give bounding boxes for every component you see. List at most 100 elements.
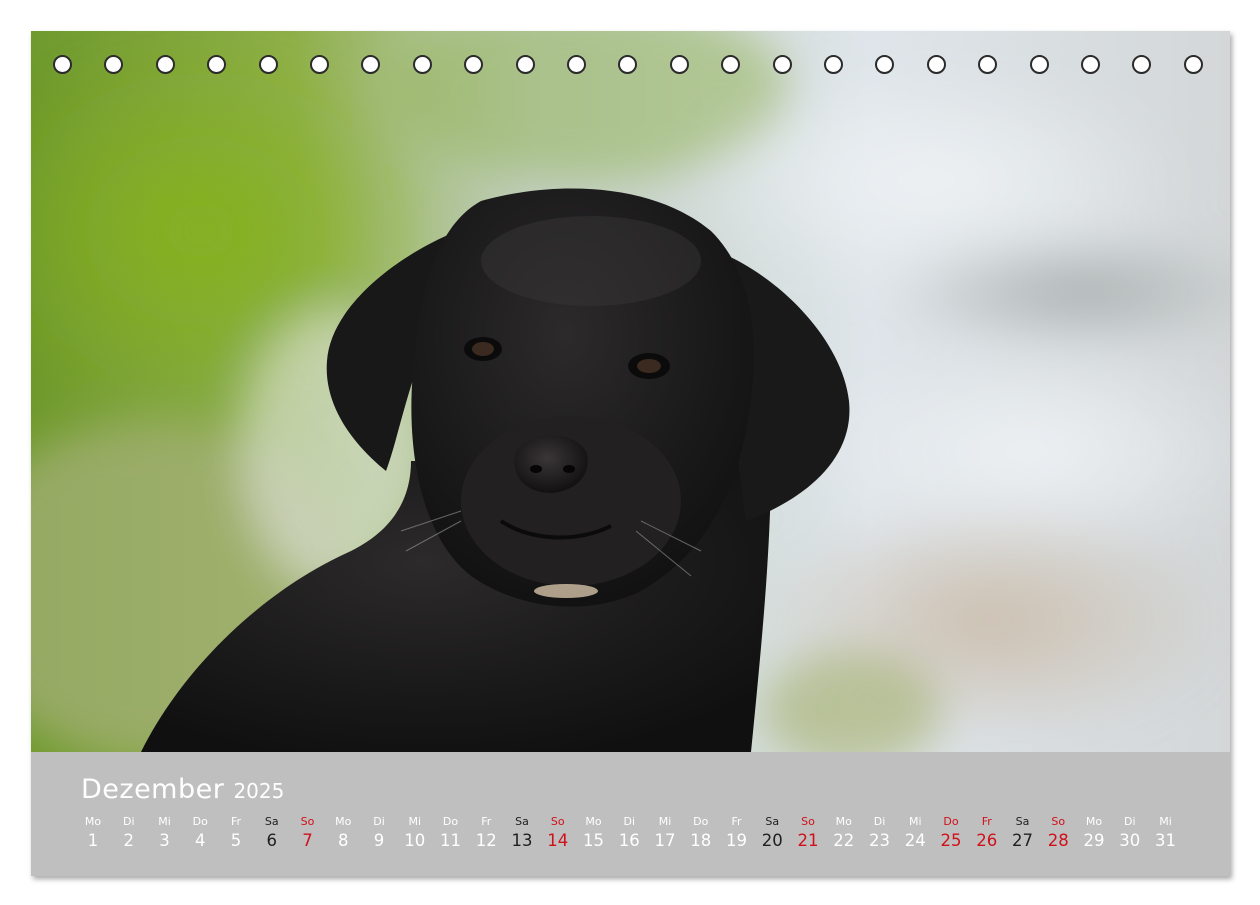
photo-illustration (31, 31, 1230, 752)
weekday-label: So (1051, 815, 1066, 828)
weekday-label: Mi (158, 815, 171, 828)
calendar-strip: Dezember 2025 Mo 1 Di 2 Mi 3 Do 4 Fr 5 Sa 6 So 7 Mo 8 Di… (31, 752, 1230, 876)
day-cell: Di 9 (361, 814, 397, 852)
day-cell: Fr 19 (719, 814, 755, 852)
weekday-label: Di (1123, 815, 1136, 828)
day-number: 26 (976, 831, 998, 850)
day-number: 30 (1119, 831, 1141, 850)
weekday-label: Mo (335, 815, 352, 828)
weekday-label: So (550, 815, 565, 828)
day-cell: Mo 22 (826, 814, 862, 852)
weekday-label: Mo (1085, 815, 1103, 828)
weekday-label: Fr (230, 815, 242, 828)
day-number: 18 (690, 831, 712, 850)
binding-hole (978, 55, 998, 74)
weekday-label: Do (192, 815, 208, 828)
weekday-label: Di (873, 815, 886, 828)
day-cell: Do 18 (683, 814, 719, 852)
day-cell: Mi 3 (147, 814, 183, 852)
day-number: 20 (761, 831, 783, 850)
day-number: 17 (654, 831, 676, 850)
day-cell: Mo 29 (1076, 814, 1112, 852)
day-cell: Fr 5 (218, 814, 254, 852)
day-cell: Di 23 (862, 814, 898, 852)
day-number: 12 (475, 831, 497, 850)
day-cell: Fr 12 (468, 814, 504, 852)
binding-holes (31, 31, 1230, 101)
puppy-photo (31, 31, 1230, 752)
day-number: 16 (618, 831, 640, 850)
day-cell: Sa 20 (754, 814, 790, 852)
day-number: 6 (266, 831, 278, 850)
day-number: 2 (123, 831, 135, 850)
weekday-label: So (300, 815, 315, 828)
day-number: 15 (583, 831, 604, 850)
binding-hole (772, 55, 792, 74)
weekday-label: Mo (84, 815, 102, 828)
day-number: 14 (547, 831, 569, 850)
day-cell: Mo 1 (75, 814, 111, 852)
day-cell: Fr 26 (969, 814, 1005, 852)
binding-hole (412, 55, 432, 74)
binding-hole (361, 55, 381, 74)
day-cell: Sa 27 (1005, 814, 1041, 852)
weekday-label: Mi (908, 815, 922, 828)
day-cell: Do 4 (182, 814, 218, 852)
day-cell: So 28 (1040, 814, 1076, 852)
day-cell: Mo 8 (325, 814, 361, 852)
day-cell: Mi 17 (647, 814, 683, 852)
binding-hole (875, 55, 895, 74)
weekday-label: So (801, 815, 815, 828)
day-number: 9 (373, 831, 385, 850)
binding-hole (310, 55, 329, 74)
binding-hole (155, 55, 175, 74)
binding-hole (669, 55, 689, 74)
weekday-label: Mi (408, 815, 422, 828)
day-number: 28 (1047, 831, 1069, 850)
binding-hole (926, 55, 946, 74)
binding-hole (53, 55, 72, 74)
binding-hole (1029, 55, 1049, 74)
day-number: 29 (1083, 831, 1105, 850)
weekday-label: Do (442, 815, 459, 828)
day-number: 25 (940, 831, 962, 850)
day-cell: Mo 15 (576, 814, 612, 852)
day-cell: So 7 (290, 814, 326, 852)
year-label: 2025 (233, 779, 285, 803)
day-cell: Di 30 (1112, 814, 1148, 852)
binding-hole (1183, 55, 1203, 74)
day-number: 8 (338, 831, 349, 850)
weekday-label: Mi (1159, 815, 1172, 828)
binding-hole (104, 55, 124, 74)
day-cell: Sa 6 (254, 814, 290, 852)
day-cell: Mi 31 (1148, 814, 1184, 852)
day-number: 27 (1012, 831, 1033, 850)
day-number: 3 (159, 831, 170, 850)
binding-hole (258, 55, 278, 74)
weekday-label: Mi (658, 815, 672, 828)
weekday-label: Mo (835, 815, 852, 828)
weekday-label: Fr (981, 815, 992, 828)
day-number: 31 (1155, 831, 1176, 850)
day-number: 22 (833, 831, 855, 850)
day-cell: Di 16 (611, 814, 647, 852)
month-name: Dezember (81, 774, 225, 805)
day-number: 5 (230, 831, 242, 850)
day-number: 23 (869, 831, 890, 850)
weekday-label: Sa (515, 815, 529, 828)
day-number: 19 (726, 831, 747, 850)
calendar-page: Dezember 2025 Mo 1 Di 2 Mi 3 Do 4 Fr 5 Sa 6 So 7 Mo 8 Di… (31, 31, 1230, 876)
day-number: 1 (87, 831, 99, 850)
day-cell: Mi 10 (397, 814, 433, 852)
weekday-label: Do (943, 815, 959, 828)
weekday-label: Di (122, 815, 135, 828)
day-number: 21 (797, 831, 819, 850)
day-number: 11 (440, 831, 461, 850)
day-number: 10 (404, 831, 426, 850)
binding-hole (464, 55, 484, 74)
weekday-label: Sa (1015, 815, 1030, 828)
weekday-label: Di (623, 815, 636, 828)
weekday-label: Fr (731, 815, 742, 828)
weekday-label: Di (373, 815, 385, 828)
binding-hole (1081, 55, 1100, 74)
